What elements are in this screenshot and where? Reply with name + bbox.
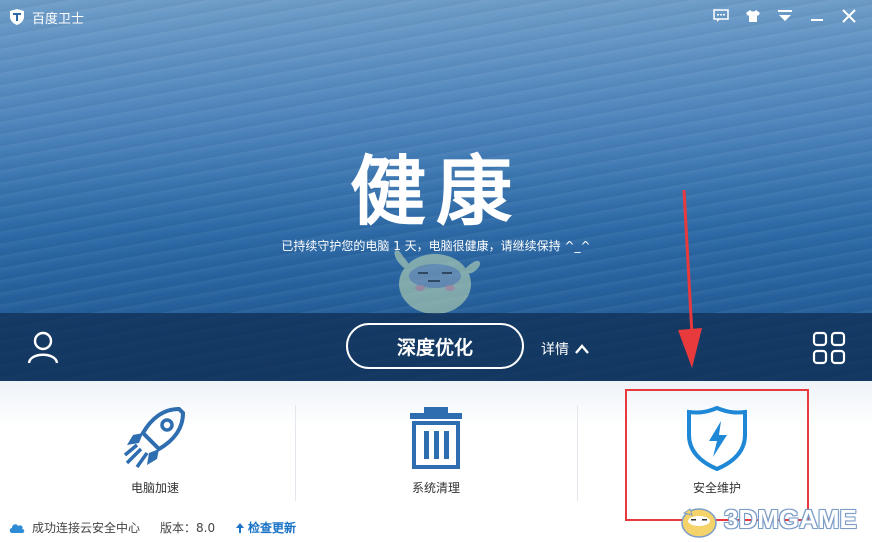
chevron-up-icon	[575, 344, 589, 354]
titlebar: 百度卫士	[0, 0, 872, 34]
details-label: 详情	[541, 342, 569, 358]
app-window: 百度卫士 健康 已持续守护您的电脑 1 天，电脑很健康，请继续保持 ^_^ 深度…	[0, 0, 872, 542]
trash-icon	[410, 407, 462, 469]
annotation-arrow-icon	[678, 190, 702, 368]
close-icon[interactable]	[838, 6, 860, 26]
feature-label: 电脑加速	[130, 481, 179, 495]
arrow-up-icon	[236, 522, 244, 533]
feature-speedup[interactable]: 电脑加速	[10, 381, 300, 511]
feature-cleanup[interactable]: 系统清理	[291, 381, 581, 511]
watermark: 3DMGAME	[678, 497, 868, 541]
watermark-text: 3DMGAME	[724, 503, 857, 534]
version-text: 版本：8.0	[160, 521, 216, 535]
window-controls	[710, 6, 860, 26]
minimize-icon[interactable]	[806, 6, 828, 26]
hero-banner: 百度卫士 健康 已持续守护您的电脑 1 天，电脑很健康，请继续保持 ^_^ 深度…	[0, 0, 872, 381]
watermark-mascot-icon	[681, 508, 717, 538]
menu-icon[interactable]	[774, 6, 796, 26]
mascot-icon	[394, 250, 481, 314]
check-update-link[interactable]: 检查更新	[235, 519, 296, 536]
app-grid-icon[interactable]	[812, 331, 846, 365]
feedback-icon[interactable]	[710, 6, 732, 26]
deep-optimize-button[interactable]: 深度优化	[346, 323, 524, 369]
cloud-status-text: 成功连接云安全中心	[32, 521, 141, 535]
details-toggle[interactable]: 详情	[541, 339, 589, 359]
feature-label: 系统清理	[411, 481, 460, 495]
check-update-label: 检查更新	[248, 521, 297, 535]
app-title: 百度卫士	[32, 12, 85, 27]
skin-icon[interactable]	[742, 6, 764, 26]
baidu-guard-logo-icon	[10, 9, 24, 25]
cloud-status: 成功连接云安全中心	[8, 519, 140, 536]
health-status-headline: 健康	[350, 147, 522, 236]
cloud-icon	[9, 523, 25, 533]
user-account-icon[interactable]	[26, 330, 60, 364]
rocket-icon	[123, 406, 186, 469]
